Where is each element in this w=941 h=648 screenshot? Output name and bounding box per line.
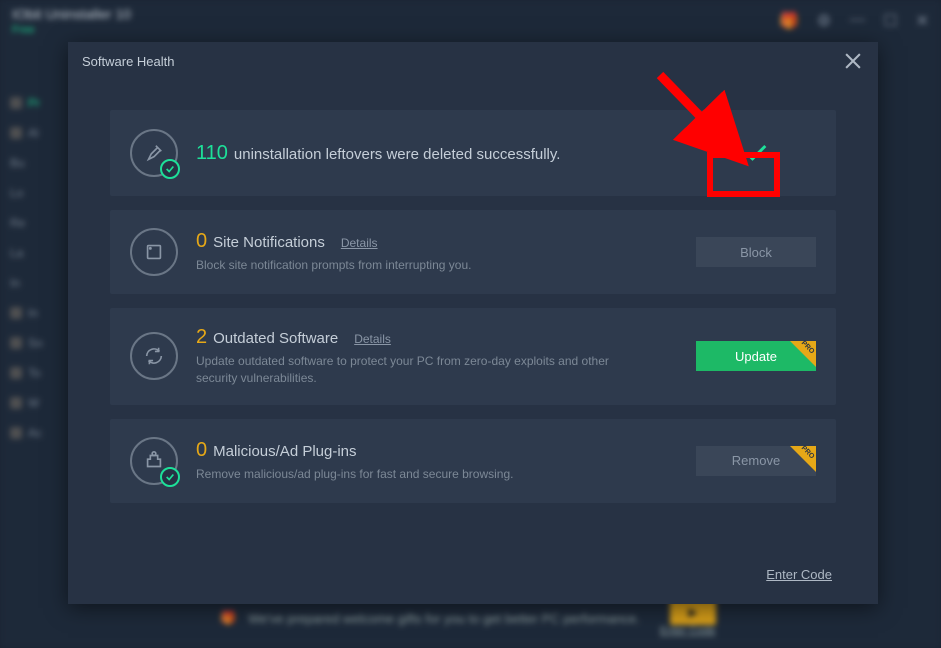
check-badge-icon [160, 467, 180, 487]
notifications-desc: Block site notification prompts from int… [196, 257, 636, 274]
close-window-icon: ✕ [916, 11, 929, 31]
card-text: 0 Malicious/Ad Plug-ins Remove malicious… [196, 439, 678, 483]
refresh-icon [130, 332, 178, 380]
update-button[interactable]: Update [696, 341, 816, 371]
welcome-banner: 🎁 We've prepared welcome gifts for you t… [220, 598, 921, 638]
app-title: IObit Uninstaller 10 [12, 6, 131, 22]
software-health-modal: Software Health 110 uninstallation lefto… [68, 42, 878, 604]
details-link[interactable]: Details [354, 332, 391, 346]
card-text: 2 Outdated Software Details Update outda… [196, 326, 678, 387]
close-icon [842, 50, 864, 72]
maximize-icon: ☐ [883, 11, 897, 31]
card-site-notifications: 0 Site Notifications Details Block site … [110, 210, 836, 294]
remove-button[interactable]: Remove [696, 446, 816, 476]
broom-icon [130, 129, 178, 177]
minimize-icon: — [849, 11, 865, 31]
settings-icon: ⚙ [817, 11, 831, 31]
plugins-label: Malicious/Ad Plug-ins [213, 443, 356, 460]
card-text: 0 Site Notifications Details Block site … [196, 230, 678, 274]
modal-footer: Enter Code [68, 555, 878, 604]
card-leftovers: 110 uninstallation leftovers were delete… [110, 110, 836, 196]
window-controls: 🎁 ⚙ — ☐ ✕ [779, 11, 929, 31]
leftovers-count: 110 [196, 142, 228, 165]
details-link[interactable]: Details [341, 236, 378, 250]
outdated-desc: Update outdated software to protect your… [196, 353, 636, 387]
modal-title: Software Health [82, 54, 175, 69]
check-badge-icon [160, 159, 180, 179]
plugins-desc: Remove malicious/ad plug-ins for fast an… [196, 466, 636, 483]
modal-body: 110 uninstallation leftovers were delete… [68, 80, 878, 555]
enter-code-link[interactable]: Enter Code [766, 567, 832, 582]
modal-header: Software Health [68, 42, 878, 80]
notifications-count: 0 [196, 230, 207, 253]
card-malicious-plugins: 0 Malicious/Ad Plug-ins Remove malicious… [110, 419, 836, 503]
card-text: 110 uninstallation leftovers were delete… [196, 142, 678, 165]
edition-label: Free [12, 24, 131, 36]
notifications-label: Site Notifications [213, 234, 325, 251]
block-button[interactable]: Block [696, 237, 816, 267]
pro-ribbon [790, 446, 816, 472]
plugin-icon [130, 437, 178, 485]
check-icon [742, 139, 770, 167]
leftovers-label: uninstallation leftovers were deleted su… [234, 146, 561, 163]
plugins-count: 0 [196, 439, 207, 462]
pro-ribbon [790, 341, 816, 367]
card-outdated-software: 2 Outdated Software Details Update outda… [110, 308, 836, 405]
outdated-count: 2 [196, 326, 207, 349]
sidebar: Pr Al Bu Lo Re La In In So To W Ac [0, 48, 70, 648]
close-button[interactable] [842, 50, 864, 72]
outdated-label: Outdated Software [213, 330, 338, 347]
gift-icon: 🎁 [779, 11, 799, 31]
browser-icon [130, 228, 178, 276]
success-check [696, 138, 816, 168]
